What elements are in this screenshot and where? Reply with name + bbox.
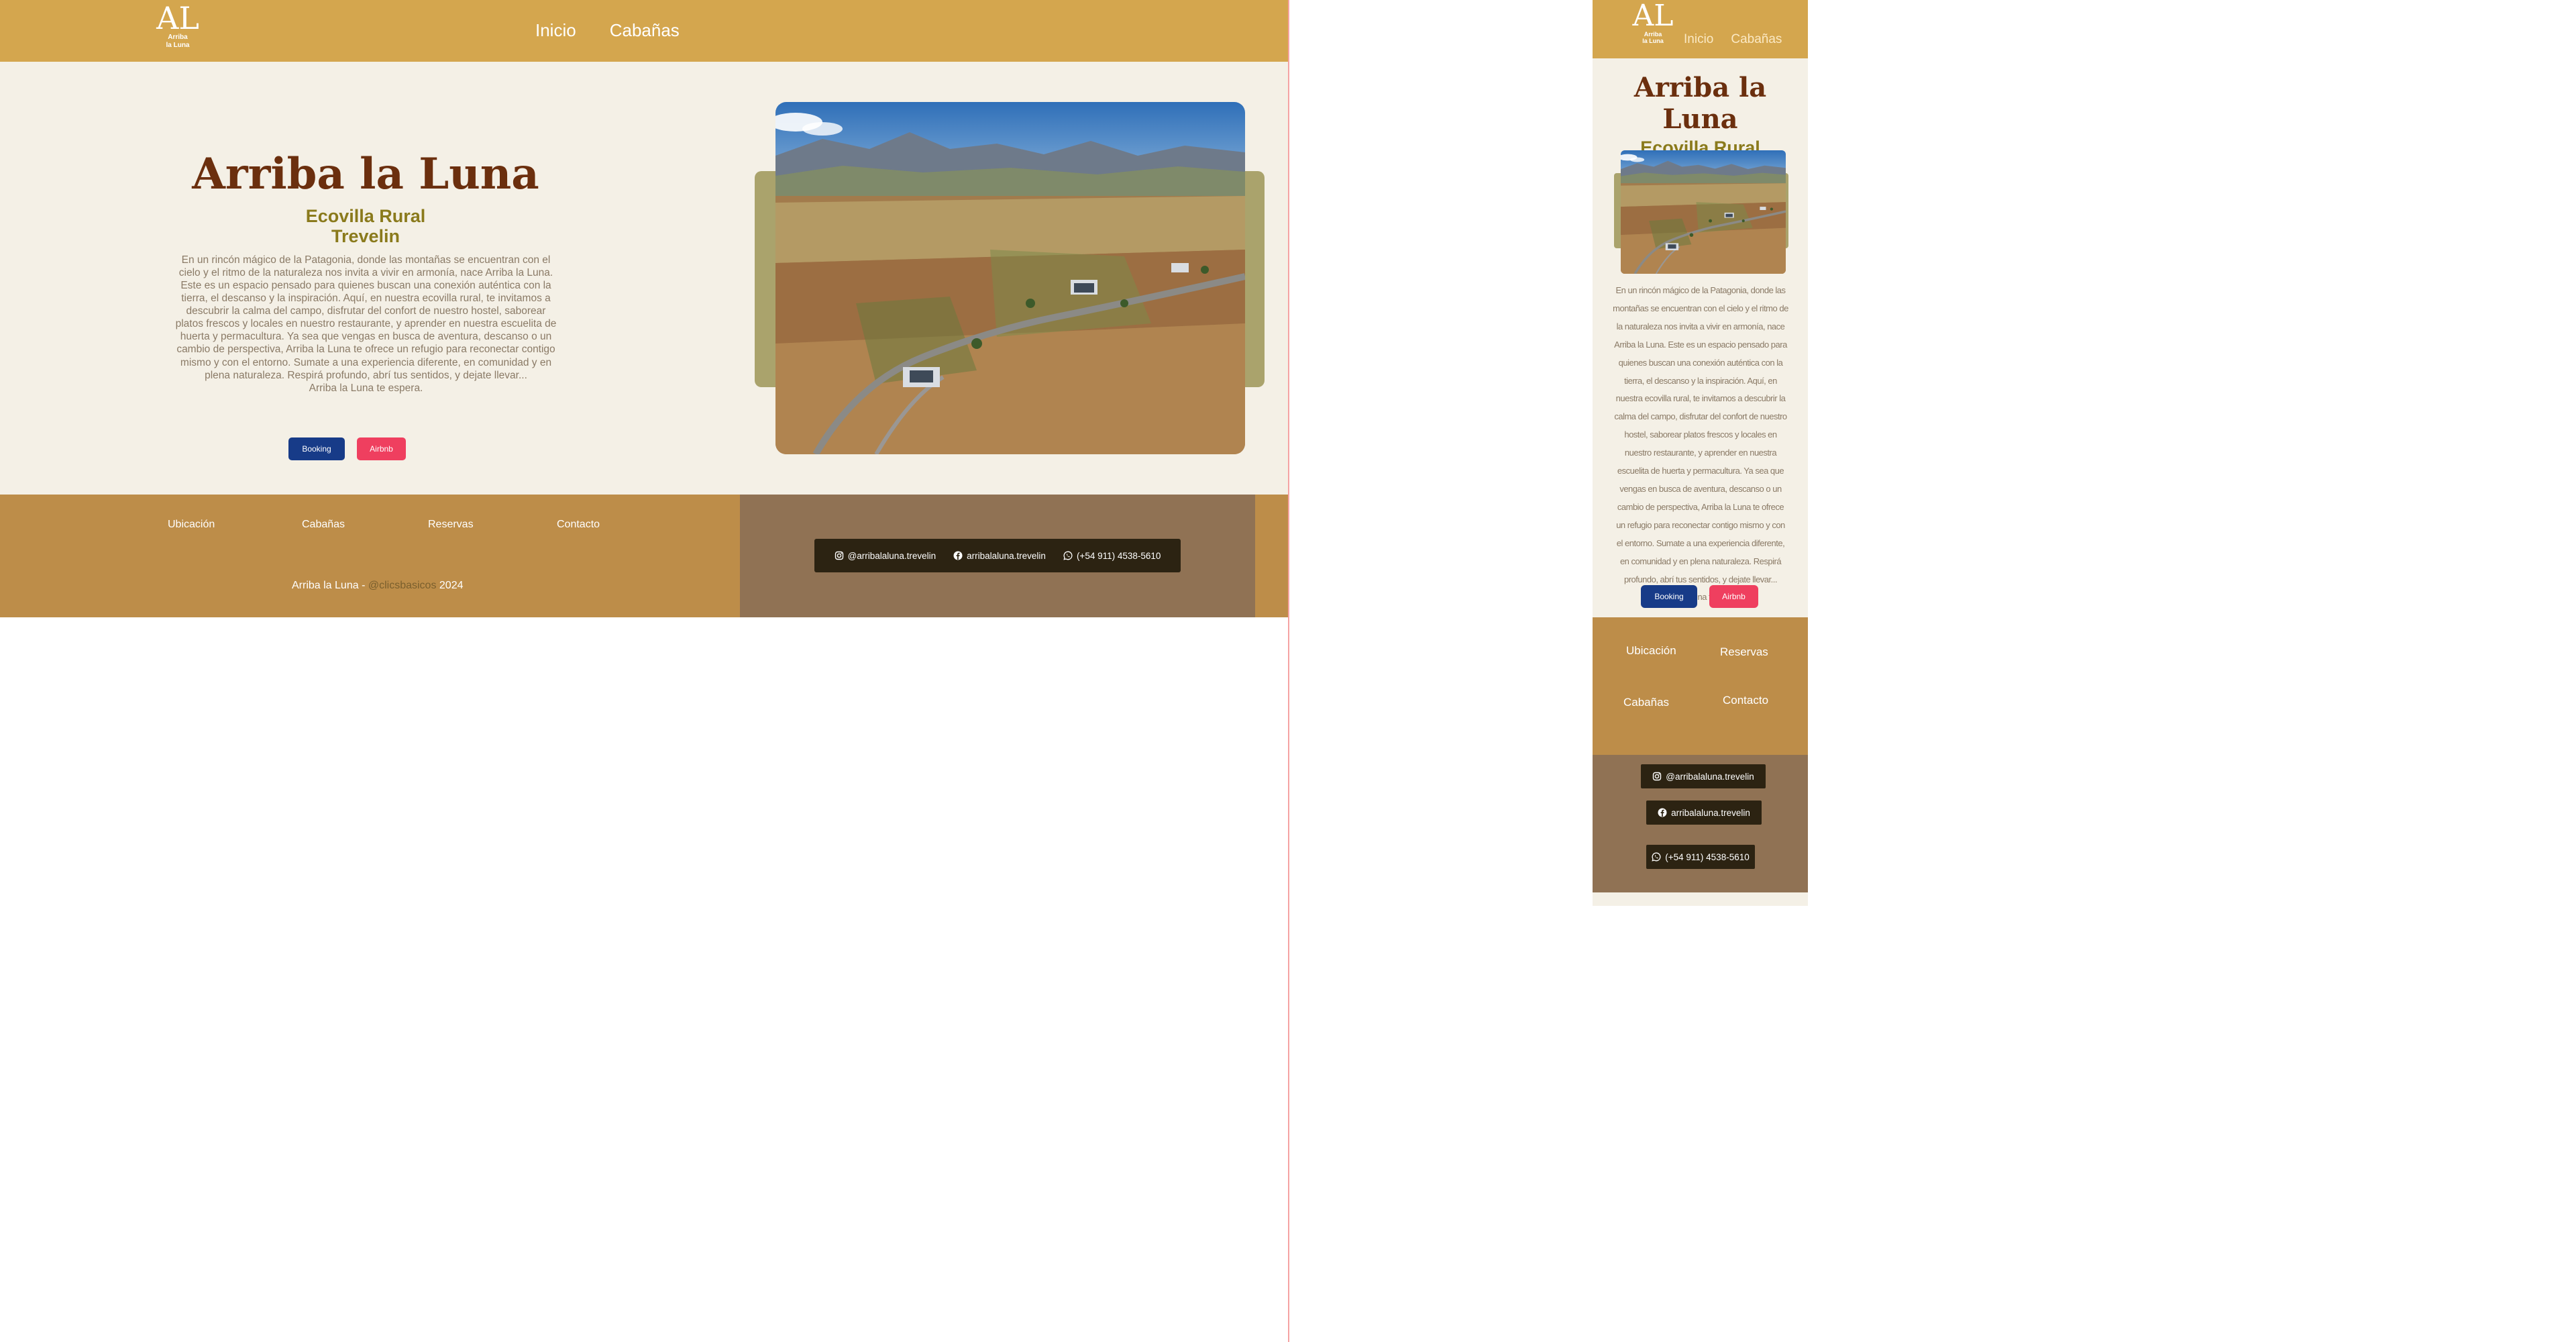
copyright: Arriba la Luna - @clicsbasicos 2024 [292,580,464,592]
preview-divider [1288,0,1289,1342]
instagram-icon [835,551,844,560]
social-whatsapp[interactable]: (+54 911) 4538-5610 [1063,551,1161,561]
social-instagram[interactable]: @arribalaluna.trevelin [835,551,936,561]
mobile-booking-buttons: Booking Airbnb [1641,585,1758,608]
booking-button[interactable]: Booking [288,437,345,460]
copyright-separator: - [358,580,368,591]
whatsapp-number: (+54 911) 4538-5610 [1076,550,1161,561]
copyright-name: Arriba la Luna [292,580,359,591]
hero-section: Arriba la Luna Ecovilla Rural Trevelin E… [0,62,1288,495]
mobile-footer-link-reservas[interactable]: Reservas [1720,646,1768,659]
mobile-nav-link-inicio[interactable]: Inicio [1684,32,1713,47]
mobile-social-instagram[interactable]: @arribalaluna.trevelin [1641,764,1766,788]
desktop-preview: AL Arriba la Luna Inicio Cabañas Arriba … [0,0,1288,617]
hero-body-text: En un rincón mágico de la Patagonia, don… [1613,285,1788,584]
aerial-photo-image [1621,150,1786,274]
page-title: Arriba la Luna [192,149,539,199]
footer-link-reservas[interactable]: Reservas [428,519,474,531]
site-logo[interactable]: AL Arriba la Luna [154,3,201,49]
mobile-footer-link-cabanas[interactable]: Cabañas [1623,696,1669,709]
mobile-header: AL Arriba la Luna Inicio Cabañas [1593,0,1808,58]
facebook-handle: arribalaluna.trevelin [1671,807,1750,818]
mobile-booking-button[interactable]: Booking [1641,585,1697,608]
mobile-airbnb-button[interactable]: Airbnb [1709,585,1758,608]
aerial-landscape-photo [775,102,1245,454]
page-canvas: AL Arriba la Luna Inicio Cabañas Arriba … [0,0,2576,1342]
hero-body-text: En un rincón mágico de la Patagonia, don… [175,254,557,381]
mobile-page-title: Arriba la Luna [1633,72,1767,135]
booking-buttons: Booking Airbnb [288,437,406,460]
mobile-site-logo[interactable]: AL Arriba la Luna [1632,0,1674,45]
whatsapp-icon [1652,852,1661,862]
hero-heading: Arriba la Luna Ecovilla Rural Trevelin [188,149,543,246]
instagram-icon [1652,772,1662,781]
facebook-icon [1658,808,1667,817]
logo-line-2: la Luna [1642,38,1664,45]
instagram-handle: @arribalaluna.trevelin [847,550,936,561]
logo-line-2: la Luna [166,41,190,49]
moon-logo-icon: AL [156,0,199,36]
logo-line-1: Arriba [168,34,188,41]
footer-link-cabanas[interactable]: Cabañas [302,519,345,531]
moon-logo-icon: AL [1632,0,1674,33]
copyright-year: 2024 [436,580,464,591]
mobile-social-facebook[interactable]: arribalaluna.trevelin [1646,801,1762,825]
mobile-aerial-landscape-photo [1621,150,1786,274]
site-footer: Ubicación Cabañas Reservas Contacto Arri… [0,495,1288,617]
whatsapp-number: (+54 911) 4538-5610 [1665,851,1750,862]
mobile-footer-links: Ubicación Reservas Cabañas Contacto [1593,617,1808,755]
hero-description: En un rincón mágico de la Patagonia, don… [173,254,559,395]
social-bar: @arribalaluna.trevelin arribalaluna.trev… [814,539,1181,572]
hero-closing-text: Arriba la Luna te espera. [309,382,423,394]
mobile-preview: AL Arriba la Luna Inicio Cabañas Arriba … [1593,0,1808,906]
nav-link-cabanas[interactable]: Cabañas [610,20,680,41]
site-header: AL Arriba la Luna Inicio Cabañas [0,0,1288,62]
instagram-handle: @arribalaluna.trevelin [1666,771,1754,782]
mobile-social-whatsapp[interactable]: (+54 911) 4538-5610 [1646,845,1755,869]
facebook-handle: arribalaluna.trevelin [967,550,1046,561]
subtitle-line-1: Ecovilla Rural [305,206,426,226]
footer-links-panel: Ubicación Cabañas Reservas Contacto Arri… [0,495,740,617]
social-facebook[interactable]: arribalaluna.trevelin [953,551,1046,561]
main-nav: Inicio Cabañas [535,20,680,41]
subtitle-line-2: Trevelin [331,226,400,247]
mobile-footer-link-contacto[interactable]: Contacto [1723,694,1768,707]
footer-link-ubicacion[interactable]: Ubicación [168,519,215,531]
mobile-hero-description: En un rincón mágico de la Patagonia, don… [1613,282,1788,607]
footer-link-contacto[interactable]: Contacto [557,519,600,531]
facebook-icon [953,551,963,560]
credit-link[interactable]: @clicsbasicos [368,580,437,591]
mobile-nav: Inicio Cabañas [1684,32,1782,47]
logo-line-1: Arriba [1644,31,1662,38]
mobile-footer-link-ubicacion[interactable]: Ubicación [1626,644,1676,658]
nav-link-inicio[interactable]: Inicio [535,20,576,41]
mobile-footer-social: @arribalaluna.trevelin arribalaluna.trev… [1593,755,1808,892]
mobile-nav-link-cabanas[interactable]: Cabañas [1731,32,1782,47]
footer-edge-strip [1255,495,1288,617]
page-subtitle: Ecovilla Rural Trevelin [188,206,543,246]
whatsapp-icon [1063,551,1073,560]
aerial-photo-image [775,102,1245,454]
footer-social-panel: @arribalaluna.trevelin arribalaluna.trev… [740,495,1255,617]
airbnb-button[interactable]: Airbnb [357,437,406,460]
